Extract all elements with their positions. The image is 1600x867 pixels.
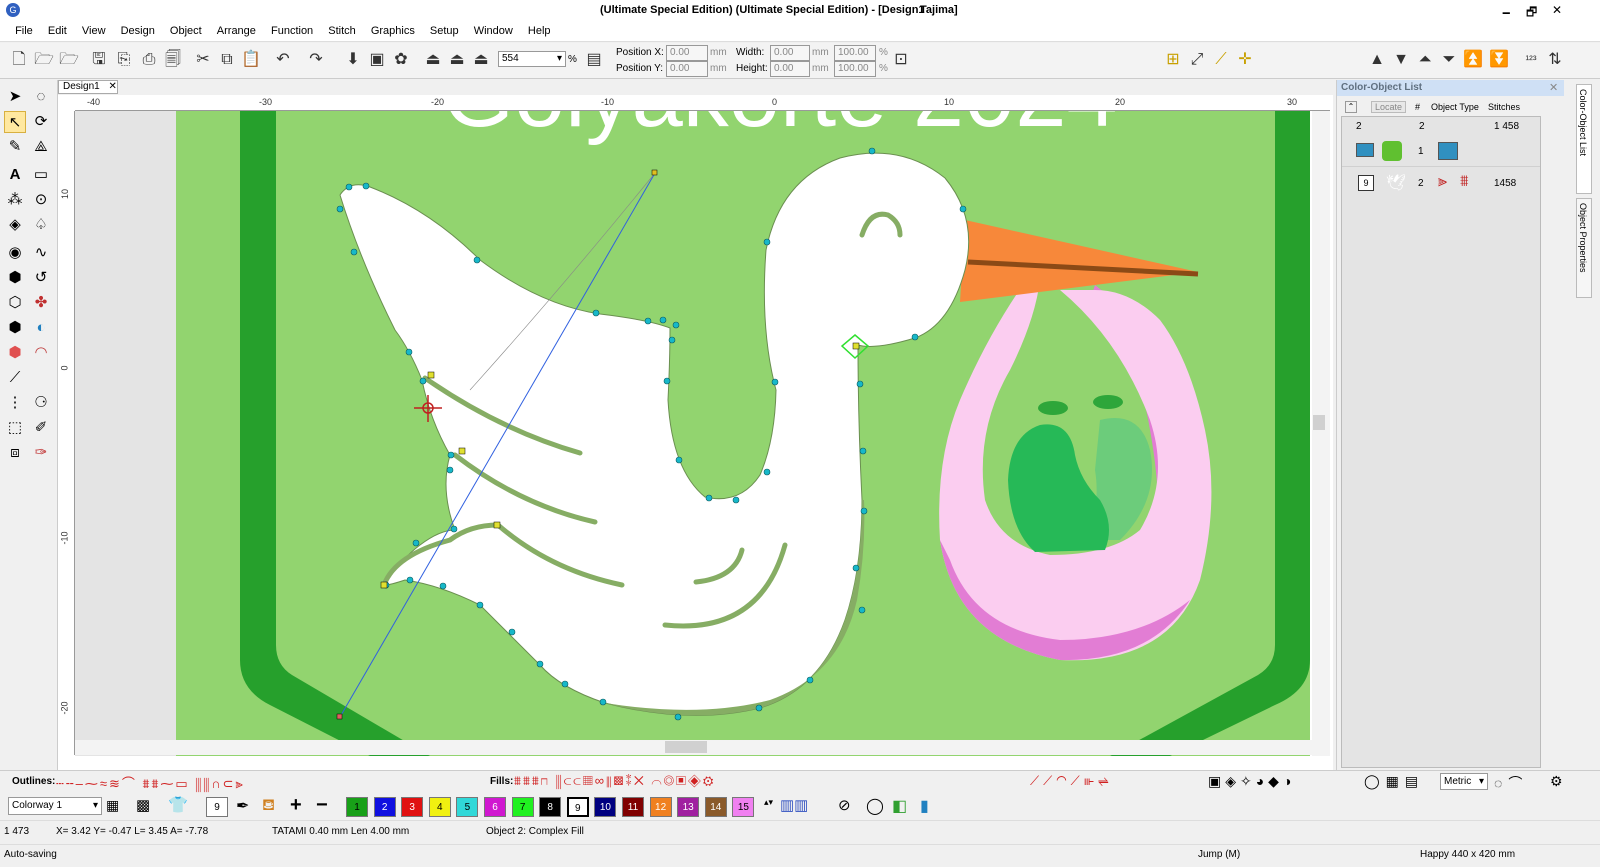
color-swatch-2[interactable]: 2	[373, 797, 396, 817]
paint-bucket-icon[interactable]: ⛾	[262, 796, 275, 816]
row-number: 2	[1418, 178, 1424, 189]
list-item[interactable]: 9 🕊 2 ⫸ ⩩ 1458	[1342, 169, 1540, 199]
color-swatch-8[interactable]: 8	[539, 797, 562, 817]
leaf-left	[1038, 401, 1068, 415]
add-color-icon[interactable]: +	[290, 794, 302, 817]
color-swatch-11[interactable]: 11	[622, 797, 644, 817]
palette-icon[interactable]: ▦	[106, 797, 119, 814]
stitch-types-bar: Outlines: ┄╌‒⁓≈≋⌒ ⩩⩩⁓▭ ⫼⫼∩⊂⫸ Fills: ⩩⩩⩩⊓…	[0, 770, 1600, 792]
column-number: #	[1415, 102, 1421, 112]
leaf-right	[1093, 395, 1123, 409]
side-tabs: Color-Object List Object Properties	[1564, 80, 1600, 770]
tatami-icon: ⩩	[1460, 173, 1469, 190]
design-banner-text[interactable]: Golyakorte 2024	[442, 44, 1117, 146]
chevron-down-icon: ▾	[92, 800, 98, 811]
remove-color-icon[interactable]: −	[316, 794, 328, 817]
summary-objects: 2	[1419, 121, 1425, 132]
outlines-label: Outlines:	[12, 776, 56, 787]
vertical-scroll-thumb[interactable]	[1313, 415, 1325, 430]
summary-stitches: 1 458	[1494, 121, 1520, 132]
color-swatch-9[interactable]: 9	[566, 797, 589, 817]
status-bar-top: 1 473 X= 3.42 Y= -0.47 L= 3.45 A= -7.78 …	[0, 820, 1600, 844]
fill-stitch-icons[interactable]: ⩩⩩⩩⊓ ⫼⊂⊂▦∞⫴▩⁑✕ ⌒◎▣◈⚙	[514, 773, 715, 789]
list-item[interactable]: 1	[1342, 137, 1540, 167]
color-swatch-12[interactable]: 12	[649, 797, 672, 817]
side-tab-color-object-list[interactable]: Color-Object List	[1576, 84, 1592, 194]
units-value: Metric	[1444, 776, 1472, 787]
color-swatch-15[interactable]: 15	[732, 797, 755, 817]
fills-label: Fills:	[490, 776, 514, 787]
color-swatch-1[interactable]: 1	[346, 797, 368, 817]
handle-point[interactable]	[651, 169, 658, 176]
side-tab-label: Color-Object List	[1578, 89, 1588, 157]
collapse-icon[interactable]: ⌃	[1345, 101, 1357, 113]
object-list[interactable]: 2 2 1 458 1 9 🕊 2 ⫸ ⩩ 1458	[1341, 116, 1541, 768]
status-coordinates: X= 3.42 Y= -0.47 L= 3.45 A= -7.78	[56, 826, 209, 837]
color-swatch-3[interactable]: 3	[401, 797, 424, 817]
column-object-type: Object Type	[1431, 102, 1479, 112]
row-stitches: 1458	[1494, 178, 1517, 189]
color-object-panel: Color-Object List ✕ ⌃ Locate # Object Ty…	[1336, 80, 1565, 770]
panel-close-icon[interactable]: ✕	[1549, 81, 1558, 94]
stork-thumbnail-icon: 🕊	[1386, 175, 1407, 192]
special-stitch-icons[interactable]: ⟋⟋◠⟋⊪⇌	[1030, 773, 1112, 789]
status-stitch-info: TATAMI 0.40 mm Len 4.00 mm	[272, 826, 410, 837]
measure-tool-icons[interactable]: ◌⌒	[1494, 773, 1528, 793]
horizontal-scroll-thumb[interactable]	[665, 741, 707, 753]
color-swatch-5[interactable]: 5	[456, 797, 479, 817]
color-grid-icon[interactable]: ▩	[136, 796, 150, 814]
scroll-arrows-icon[interactable]: ▴▾	[764, 797, 773, 808]
side-tab-label: Object Properties	[1578, 203, 1588, 273]
color-swatch-10[interactable]: 10	[594, 797, 617, 817]
locate-button[interactable]: Locate	[1371, 101, 1407, 113]
view-toggle-icons[interactable]: ◯▦▤	[1364, 773, 1424, 790]
complex-fill-icon: ⫸	[1438, 173, 1448, 190]
color-bar: Colorway 1 ▾ ▦ ▩ 👕 9 ✒ ⛾ + − 1 2 3 4 5 6 7 8 9 10 1…	[0, 793, 1600, 819]
spool-icon[interactable]: ▮	[920, 796, 929, 816]
no-color-icon[interactable]: ⊘	[838, 796, 851, 814]
status-autosave: Auto-saving	[4, 849, 57, 860]
circle-icon[interactable]: ◯	[866, 796, 884, 816]
handle-point[interactable]	[336, 713, 343, 720]
options-icon[interactable]: ⚙	[1550, 773, 1563, 790]
current-color-swatch[interactable]: 9	[206, 797, 228, 817]
handle-point[interactable]	[380, 581, 388, 589]
hexagon-object-icon	[1382, 141, 1402, 161]
column-stitches: Stitches	[1488, 102, 1521, 112]
picture-icon	[1356, 143, 1374, 157]
color-swatch-13[interactable]: 13	[677, 797, 700, 817]
handle-point[interactable]	[427, 371, 435, 379]
color-swatch-7[interactable]: 7	[511, 797, 534, 817]
color-swatch-14[interactable]: 14	[704, 797, 727, 817]
status-bar-bottom: Auto-saving Jump (M) Happy 440 x 420 mm	[0, 844, 1600, 867]
side-tab-object-properties[interactable]: Object Properties	[1576, 198, 1592, 298]
colorway-select[interactable]: Colorway 1 ▾	[8, 797, 102, 815]
thread-chart-icon[interactable]: ▥▥	[780, 796, 808, 814]
units-select[interactable]: Metric ▾	[1440, 773, 1488, 790]
row-number: 1	[1418, 146, 1424, 157]
colorway-value: Colorway 1	[12, 800, 63, 811]
effect-icons[interactable]: ▣◈✧◕◆◑	[1208, 773, 1295, 790]
color-swatch-4[interactable]: 4	[428, 797, 451, 817]
status-stitch-count: 1 473	[4, 826, 30, 837]
panel-title: Color-Object List	[1337, 80, 1565, 96]
handle-point[interactable]	[458, 447, 466, 455]
eyedropper-icon[interactable]: ✒	[236, 796, 249, 816]
status-jump: Jump (M)	[1198, 849, 1241, 860]
summary-colors: 2	[1356, 121, 1362, 132]
outline-stitch-icons[interactable]: ┄╌‒⁓≈≋⌒ ⩩⩩⁓▭ ⫼⫼∩⊂⫸	[56, 773, 245, 792]
selected-point[interactable]	[852, 342, 860, 350]
handle-point[interactable]	[493, 521, 501, 529]
status-hoop: Happy 440 x 420 mm	[1420, 849, 1516, 860]
chevron-down-icon: ▾	[1478, 776, 1484, 787]
cube-icon[interactable]: ◧	[892, 796, 907, 816]
tshirt-icon[interactable]: 👕	[168, 795, 188, 815]
vertical-scrollbar[interactable]	[1312, 111, 1330, 756]
color-swatch-6[interactable]: 6	[484, 797, 506, 817]
image-type-icon	[1438, 142, 1458, 160]
color-chip: 9	[1358, 175, 1374, 191]
status-object-info: Object 2: Complex Fill	[486, 826, 584, 837]
